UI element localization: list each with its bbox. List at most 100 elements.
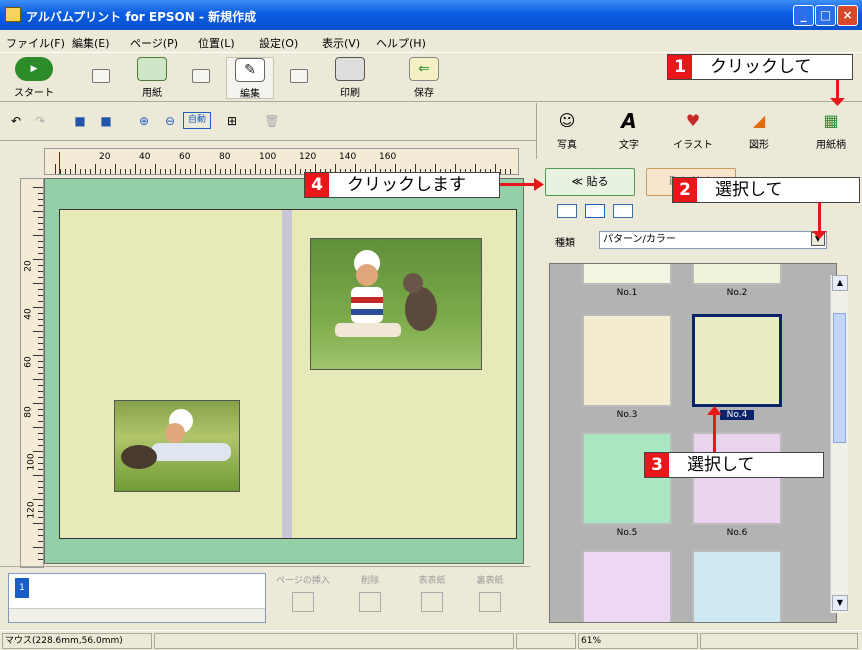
menu-edit[interactable]: 編集(E)	[72, 35, 110, 51]
pattern-tile-4[interactable]	[692, 314, 782, 407]
start-button[interactable]: ▶ スタート	[10, 57, 58, 99]
ruler-tick	[285, 169, 286, 174]
page-bar: 1 ページの挿入 削除 表表紙 裏表紙	[0, 566, 530, 629]
menu-help[interactable]: ヘルプ(H)	[376, 35, 426, 51]
edit-toolbar: ↶ ↷ ■ ■ ⊕ ⊖ 自動 ⊞ 🗑	[0, 103, 536, 141]
front-cover-button[interactable]: 表表紙	[408, 573, 456, 623]
send-backward-icon[interactable]: ■	[96, 112, 116, 131]
paste-button[interactable]: ≪ 貼る	[545, 168, 635, 196]
ruler-label: 160	[379, 152, 397, 162]
scroll-down-icon[interactable]: ▼	[832, 595, 848, 611]
photo-boy-with-dog[interactable]	[310, 238, 482, 370]
ruler-tick	[215, 164, 216, 174]
text-tool[interactable]: A 文字	[603, 109, 655, 155]
pattern-tile-2[interactable]	[692, 264, 782, 285]
close-button[interactable]: ×	[837, 5, 858, 26]
ruler-tick	[500, 169, 501, 174]
ruler-tick	[38, 433, 43, 434]
ruler-tick	[38, 343, 43, 344]
insert-page-button[interactable]: ページの挿入	[268, 573, 338, 623]
paper-pattern-tool[interactable]: ▦ 用紙柄	[805, 109, 857, 155]
paper-icon	[137, 57, 167, 81]
ruler-tick	[38, 247, 43, 248]
undo-icon[interactable]: ↶	[6, 112, 26, 131]
tab-small-view[interactable]	[557, 204, 577, 218]
pattern-tile-3[interactable]	[582, 314, 672, 407]
editing-canvas[interactable]	[44, 178, 524, 564]
pattern-tile-more[interactable]	[692, 550, 782, 622]
illustration-label: イラスト	[673, 140, 713, 151]
ruler-tick	[190, 169, 191, 174]
thumbnail-scrollbar[interactable]	[9, 608, 265, 622]
ruler-tick	[38, 205, 43, 206]
tab-large-view[interactable]	[613, 204, 633, 218]
delete-page-button[interactable]: 削除	[346, 573, 394, 623]
ruler-tick	[260, 169, 261, 174]
edit-button[interactable]: ✎ 編集	[226, 57, 274, 100]
photo-tool[interactable]: ☺ 写真	[541, 109, 593, 155]
grid-icon[interactable]: ⊞	[222, 112, 242, 131]
pattern-controls: 種類 パターン/カラー ▼	[541, 201, 851, 261]
callout-1-text: クリックして	[710, 57, 812, 77]
ruler-tick	[38, 223, 43, 224]
ruler-tick	[55, 164, 56, 174]
callout-2: 2 選択して	[672, 177, 860, 203]
menu-bar: ファイル(F) 編集(E) ページ(P) 位置(L) 設定(O) 表示(V) ヘ…	[0, 30, 862, 52]
zoom-out-icon[interactable]: ⊖	[160, 112, 180, 131]
pattern-tile-1[interactable]	[582, 264, 672, 285]
scroll-up-icon[interactable]: ▲	[832, 275, 848, 291]
flow-arrow	[290, 69, 308, 83]
ruler-tick	[160, 169, 161, 174]
start-icon: ▶	[15, 57, 53, 81]
ruler-label: 40	[23, 308, 34, 320]
pattern-label-2: No.2	[726, 288, 748, 298]
bring-forward-icon[interactable]: ■	[70, 112, 90, 131]
horizontal-ruler: 20 40 60 80 100 120 140 160	[44, 148, 519, 175]
menu-settings[interactable]: 設定(O)	[259, 35, 298, 51]
ruler-tick	[220, 169, 221, 174]
pattern-tile-more[interactable]	[582, 550, 672, 622]
photo-boy-lying[interactable]	[114, 400, 240, 492]
pattern-tile-6[interactable]	[692, 432, 782, 525]
menu-file[interactable]: ファイル(F)	[6, 35, 65, 51]
arrow-2	[818, 203, 821, 233]
menu-position[interactable]: 位置(L)	[198, 35, 235, 51]
ruler-tick	[33, 451, 43, 452]
ruler-tick	[38, 193, 43, 194]
kind-select[interactable]: パターン/カラー	[599, 231, 827, 249]
menu-page[interactable]: ページ(P)	[130, 35, 178, 51]
tab-medium-view[interactable]	[585, 204, 605, 218]
scroll-thumb[interactable]	[833, 313, 846, 443]
back-cover-button[interactable]: 裏表紙	[466, 573, 514, 623]
pattern-tile-5[interactable]	[582, 432, 672, 525]
ruler-tick	[33, 187, 43, 188]
menu-view[interactable]: 表示(V)	[322, 35, 360, 51]
ruler-tick	[38, 337, 43, 338]
print-button[interactable]: 印刷	[326, 57, 374, 99]
callout-1-number: 1	[668, 55, 692, 79]
redo-icon[interactable]: ↷	[30, 112, 50, 131]
shape-tool[interactable]: ◢ 図形	[733, 109, 785, 155]
maximize-button[interactable]: □	[815, 5, 836, 26]
page-thumb-icon[interactable]: 1	[15, 578, 29, 598]
paper-pattern-icon: ▦	[823, 111, 839, 130]
save-button[interactable]: ⇐ 保存	[400, 57, 448, 99]
pattern-scrollbar[interactable]: ▲ ▼	[830, 275, 848, 613]
shape-label: 図形	[749, 140, 769, 151]
zoom-in-icon[interactable]: ⊕	[134, 112, 154, 131]
arrow-1	[836, 80, 839, 100]
callout-3-text: 選択して	[687, 455, 755, 475]
trash-icon[interactable]: 🗑	[262, 112, 282, 131]
ruler-label: 100	[26, 453, 37, 471]
page-thumbnails[interactable]: 1	[8, 573, 266, 623]
ruler-tick	[270, 169, 271, 174]
minimize-button[interactable]: _	[793, 5, 814, 26]
album-spread[interactable]	[59, 209, 517, 539]
edit-label: 編集	[240, 89, 260, 100]
ruler-tick	[38, 313, 43, 314]
callout-4-number: 4	[305, 173, 329, 197]
status-field	[154, 633, 514, 649]
auto-zoom-button[interactable]: 自動	[183, 112, 211, 129]
paper-button[interactable]: 用紙	[128, 57, 176, 99]
illustration-tool[interactable]: ♥ イラスト	[667, 109, 719, 155]
